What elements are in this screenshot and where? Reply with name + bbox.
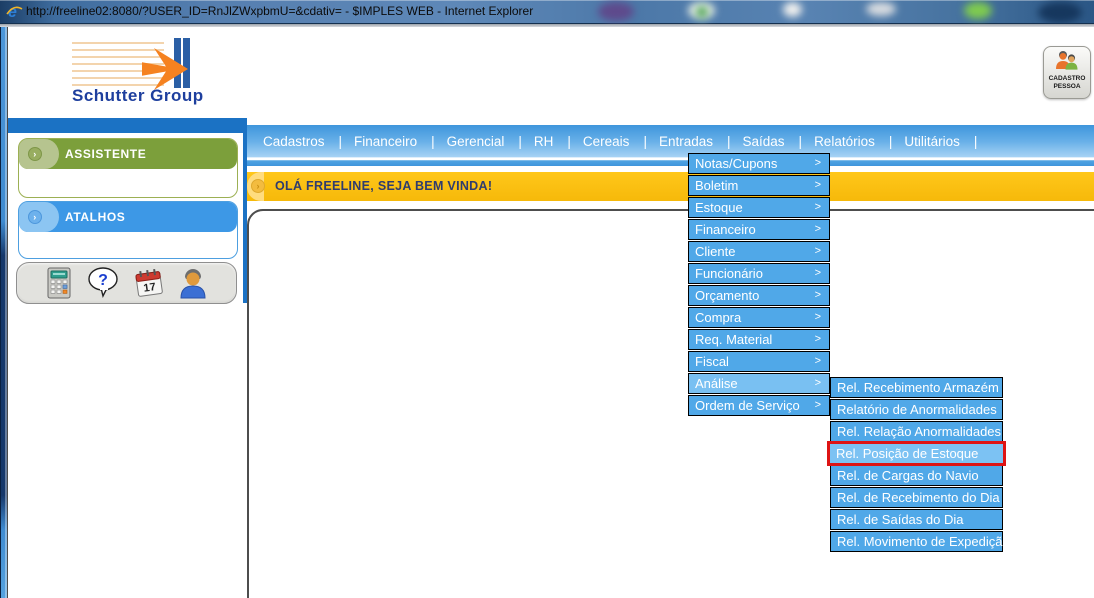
taskbar-blob [598, 2, 634, 21]
assistente-panel: › ASSISTENTE [18, 138, 238, 198]
sidebar-top-strip [8, 118, 247, 133]
submenu-arrow-icon: > [815, 308, 821, 327]
submenu-arrow-icon: > [815, 242, 821, 261]
dropdown-item[interactable]: Cliente > [688, 241, 830, 262]
submenu-item[interactable]: Relatório de Anormalidades [830, 399, 1003, 420]
submenu-arrow-icon: > [815, 352, 821, 371]
assistente-label: ASSISTENTE [65, 147, 146, 161]
calendar-icon[interactable]: 17 [133, 267, 165, 299]
menubar-item[interactable]: Cadastros [263, 134, 354, 149]
dropdown-item[interactable]: Notas/Cupons > [688, 153, 830, 174]
welcome-bar: › OLÁ FREELINE, SEJA BEM VINDA! [247, 172, 1094, 201]
taskbar-blob [696, 6, 708, 18]
submenu-arrow-icon: > [815, 286, 821, 305]
dropdown-item[interactable]: Req. Material > [688, 329, 830, 350]
menubar-item[interactable]: Gerencial [447, 134, 534, 149]
logo-text: Schutter Group [72, 86, 204, 106]
submenu-item[interactable]: Rel. Posição de Estoque [827, 441, 1006, 466]
submenu-arrow-icon: > [815, 264, 821, 283]
submenu-arrow-icon: > [815, 396, 821, 415]
window-chrome-edge [0, 24, 1094, 27]
menubar-item[interactable]: RH [534, 134, 583, 149]
svg-text:17: 17 [143, 281, 157, 295]
submenu-arrow-icon: > [815, 198, 821, 217]
chevron-badge-icon: › [251, 179, 265, 193]
logo-bar [183, 38, 190, 88]
taskbar-blob [1038, 2, 1082, 23]
menubar-item[interactable]: Utilitários [904, 134, 989, 149]
menubar-item[interactable]: Cereais [583, 134, 659, 149]
taskbar-blob [964, 2, 992, 19]
menubar-item[interactable]: Entradas [659, 134, 743, 149]
submenu-arrow-icon: > [815, 154, 821, 173]
welcome-message: OLÁ FREELINE, SEJA BEM VINDA! [275, 172, 492, 201]
svg-text:?: ? [98, 272, 108, 289]
menubar-item[interactable]: Saídas [743, 134, 815, 149]
submenu-item[interactable]: Rel. de Cargas do Navio [830, 465, 1003, 486]
cadastro-button-label-1: CADASTRO [1044, 75, 1090, 83]
chevron-badge-icon: › [28, 210, 42, 224]
dropdown-item[interactable]: Estoque > [688, 197, 830, 218]
atalhos-label: ATALHOS [65, 210, 125, 224]
dropdown-item[interactable]: Funcionário > [688, 263, 830, 284]
people-icon [1054, 50, 1080, 70]
menubar-item[interactable]: Financeiro [354, 134, 447, 149]
taskbar-blob [783, 2, 802, 17]
submenu-arrow-icon: > [815, 220, 821, 239]
dropdown-item[interactable]: Orçamento > [688, 285, 830, 306]
calculator-icon[interactable] [45, 267, 73, 299]
dropdown-item[interactable]: Compra > [688, 307, 830, 328]
sidebar-icon-toolbar: ? 17 [16, 262, 237, 304]
svg-text:e: e [8, 4, 17, 21]
cadastro-button-label-2: PESSOA [1044, 83, 1090, 91]
menubar-items: CadastrosFinanceiroGerencialRHCereaisEnt… [263, 134, 989, 149]
taskbar-blob [866, 2, 896, 16]
assistente-panel-header[interactable]: › ASSISTENTE [19, 139, 237, 169]
submenu-item[interactable]: Rel. Relação Anormalidades [830, 421, 1003, 442]
submenu-item[interactable]: Rel. de Saídas do Dia [830, 509, 1003, 530]
dropdown-item[interactable]: Financeiro > [688, 219, 830, 240]
submenu-item[interactable]: Rel. de Recebimento do Dia [830, 487, 1003, 508]
submenu-arrow-icon: > [815, 176, 821, 195]
dropdown-item[interactable]: Fiscal > [688, 351, 830, 372]
title-bar: e http://freeline02:8080/?USER_ID=RnJlZW… [0, 0, 1094, 24]
submenu-item[interactable]: Rel. Movimento de Expedição [830, 531, 1003, 552]
atalhos-panel: › ATALHOS [18, 201, 238, 259]
submenu-item[interactable]: Rel. Recebimento Armazém [830, 377, 1003, 398]
help-icon[interactable]: ? [86, 266, 120, 300]
chevron-badge-icon: › [28, 147, 42, 161]
atalhos-panel-header[interactable]: › ATALHOS [19, 202, 237, 232]
dropdown-item[interactable]: Análise > [688, 373, 830, 394]
browser-window: e http://freeline02:8080/?USER_ID=RnJlZW… [0, 0, 1094, 598]
submenu-arrow-icon: > [815, 330, 821, 349]
submenu-arrow-icon: > [815, 374, 821, 393]
main-menubar: CadastrosFinanceiroGerencialRHCereaisEnt… [247, 125, 1094, 166]
dropdown-item[interactable]: Ordem de Serviço > [688, 395, 830, 416]
window-title: http://freeline02:8080/?USER_ID=RnJlZWxp… [26, 0, 533, 23]
cadastro-pessoa-button[interactable]: CADASTRO PESSOA [1043, 46, 1091, 99]
window-left-frame [0, 27, 8, 598]
schutter-group-logo: Schutter Group [60, 36, 210, 108]
internet-explorer-icon: e [5, 2, 24, 21]
person-icon[interactable] [178, 267, 208, 299]
menubar-item[interactable]: Relatórios [814, 134, 904, 149]
dropdown-item[interactable]: Boletim > [688, 175, 830, 196]
